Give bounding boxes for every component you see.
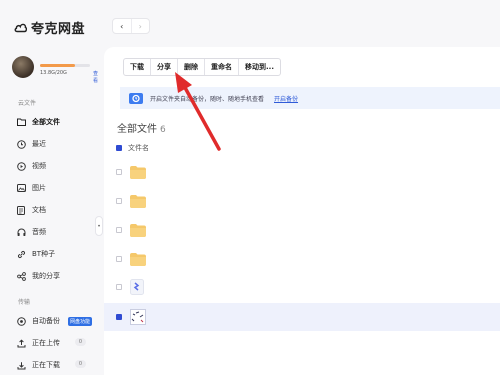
sidebar-item-my-shares[interactable]: 我的分享 (12, 267, 98, 285)
table-row[interactable] (104, 187, 500, 215)
sidebar-item-audio[interactable]: 音频 (12, 223, 98, 241)
sidebar-item-bt[interactable]: BT种子 (12, 245, 98, 263)
download-icon (16, 360, 26, 370)
sidebar-item-uploading[interactable]: 正在上传 0 (12, 334, 98, 352)
table-row[interactable] (104, 273, 500, 301)
folder-icon (16, 117, 26, 127)
clock-icon (16, 139, 26, 149)
table-row[interactable] (104, 245, 500, 273)
table-row[interactable] (104, 303, 500, 331)
download-count: 0 (74, 360, 86, 368)
document-icon (16, 205, 26, 215)
image-icon (16, 183, 26, 193)
sidebar-item-auto-backup[interactable]: 自动备份 网盘功能 (12, 312, 98, 330)
quota-view-link[interactable]: 查看 (93, 70, 98, 84)
sidebar-item-label: 最近 (32, 140, 46, 148)
avatar[interactable] (12, 56, 34, 78)
folder-icon (130, 252, 146, 266)
sidebar: 夸克网盘 13.8G/20G 查看 云文件 全部文件 最近 视频 图片 文档 音… (0, 0, 104, 375)
delete-button[interactable]: 删除 (177, 59, 204, 75)
backup-icon (16, 316, 26, 326)
row-checkbox[interactable] (116, 198, 122, 204)
enable-backup-link[interactable]: 开启备份 (274, 94, 298, 103)
sidebar-item-downloading[interactable]: 正在下载 0 (12, 356, 98, 374)
share-button[interactable]: 分享 (150, 59, 177, 75)
forward-button[interactable]: › (130, 19, 150, 33)
row-checkbox[interactable] (116, 256, 122, 262)
page-title: 全部文件 6 (117, 120, 166, 135)
folder-icon (130, 165, 146, 179)
row-checkbox[interactable] (116, 169, 122, 175)
sidebar-item-all-files[interactable]: 全部文件 (12, 113, 98, 131)
sidebar-item-label: BT种子 (32, 250, 56, 258)
upload-icon (16, 338, 26, 348)
table-row[interactable] (104, 158, 500, 186)
feature-badge: 网盘功能 (68, 316, 93, 326)
sidebar-item-video[interactable]: 视频 (12, 157, 98, 175)
headphones-icon (16, 227, 26, 237)
quota-text: 13.8G/20G (40, 70, 67, 76)
sidebar-collapse-handle[interactable]: • (95, 216, 103, 236)
cloud-logo-icon (14, 23, 27, 33)
sidebar-item-label: 图片 (32, 184, 46, 192)
select-all-checkbox[interactable] (116, 145, 122, 151)
history-nav: ‹ › (112, 18, 150, 34)
sidebar-item-label: 自动备份 (32, 317, 60, 325)
backup-banner: 开启文件夹自动备份，随时、随地手机查看 开启备份 (120, 87, 500, 109)
cloud-section-label: 云文件 (18, 100, 37, 107)
backup-folder-icon (129, 93, 143, 104)
sidebar-item-label: 视频 (32, 162, 46, 170)
transfer-section-label: 传输 (18, 299, 31, 306)
sidebar-item-images[interactable]: 图片 (12, 179, 98, 197)
image-thumbnail-icon (130, 309, 146, 325)
row-checkbox[interactable] (116, 314, 122, 320)
folder-icon (130, 223, 146, 237)
table-row[interactable] (104, 216, 500, 244)
sidebar-item-label: 全部文件 (32, 118, 60, 126)
column-filename[interactable]: 文件名 (128, 143, 149, 153)
back-button[interactable]: ‹ (113, 19, 131, 33)
sidebar-item-documents[interactable]: 文档 (12, 201, 98, 219)
move-to-button[interactable]: 移动到... (238, 59, 280, 75)
quota-fill (40, 64, 75, 67)
banner-text: 开启文件夹自动备份，随时、随地手机查看 (150, 95, 265, 103)
main-panel: 下载 分享 删除 重命名 移动到... 开启文件夹自动备份，随时、随地手机查看 … (104, 47, 500, 375)
upload-count: 0 (74, 338, 86, 346)
share-icon (16, 271, 26, 281)
user-profile: 13.8G/20G 查看 (12, 56, 98, 84)
sidebar-item-label: 正在下载 (32, 361, 60, 369)
download-button[interactable]: 下载 (124, 59, 150, 75)
row-checkbox[interactable] (116, 284, 122, 290)
rename-button[interactable]: 重命名 (204, 59, 238, 75)
folder-icon (130, 194, 146, 208)
sidebar-item-label: 正在上传 (32, 339, 60, 347)
file-toolbar: 下载 分享 删除 重命名 移动到... (123, 58, 281, 76)
page-title-text: 全部文件 (117, 124, 157, 135)
row-checkbox[interactable] (116, 227, 122, 233)
file-icon (130, 279, 144, 295)
app-name: 夸克网盘 (31, 22, 86, 37)
column-header: 文件名 (116, 143, 149, 153)
sidebar-item-label: 我的分享 (32, 272, 60, 280)
collapse-dot-icon: • (97, 222, 101, 230)
quota-bar (40, 64, 90, 67)
sidebar-item-label: 文档 (32, 206, 46, 214)
sidebar-item-recent[interactable]: 最近 (12, 135, 98, 153)
sidebar-item-label: 音频 (32, 228, 46, 236)
app-logo[interactable]: 夸克网盘 (14, 18, 85, 37)
play-icon (16, 161, 26, 171)
file-count: 6 (160, 125, 166, 135)
link-icon (16, 249, 26, 259)
